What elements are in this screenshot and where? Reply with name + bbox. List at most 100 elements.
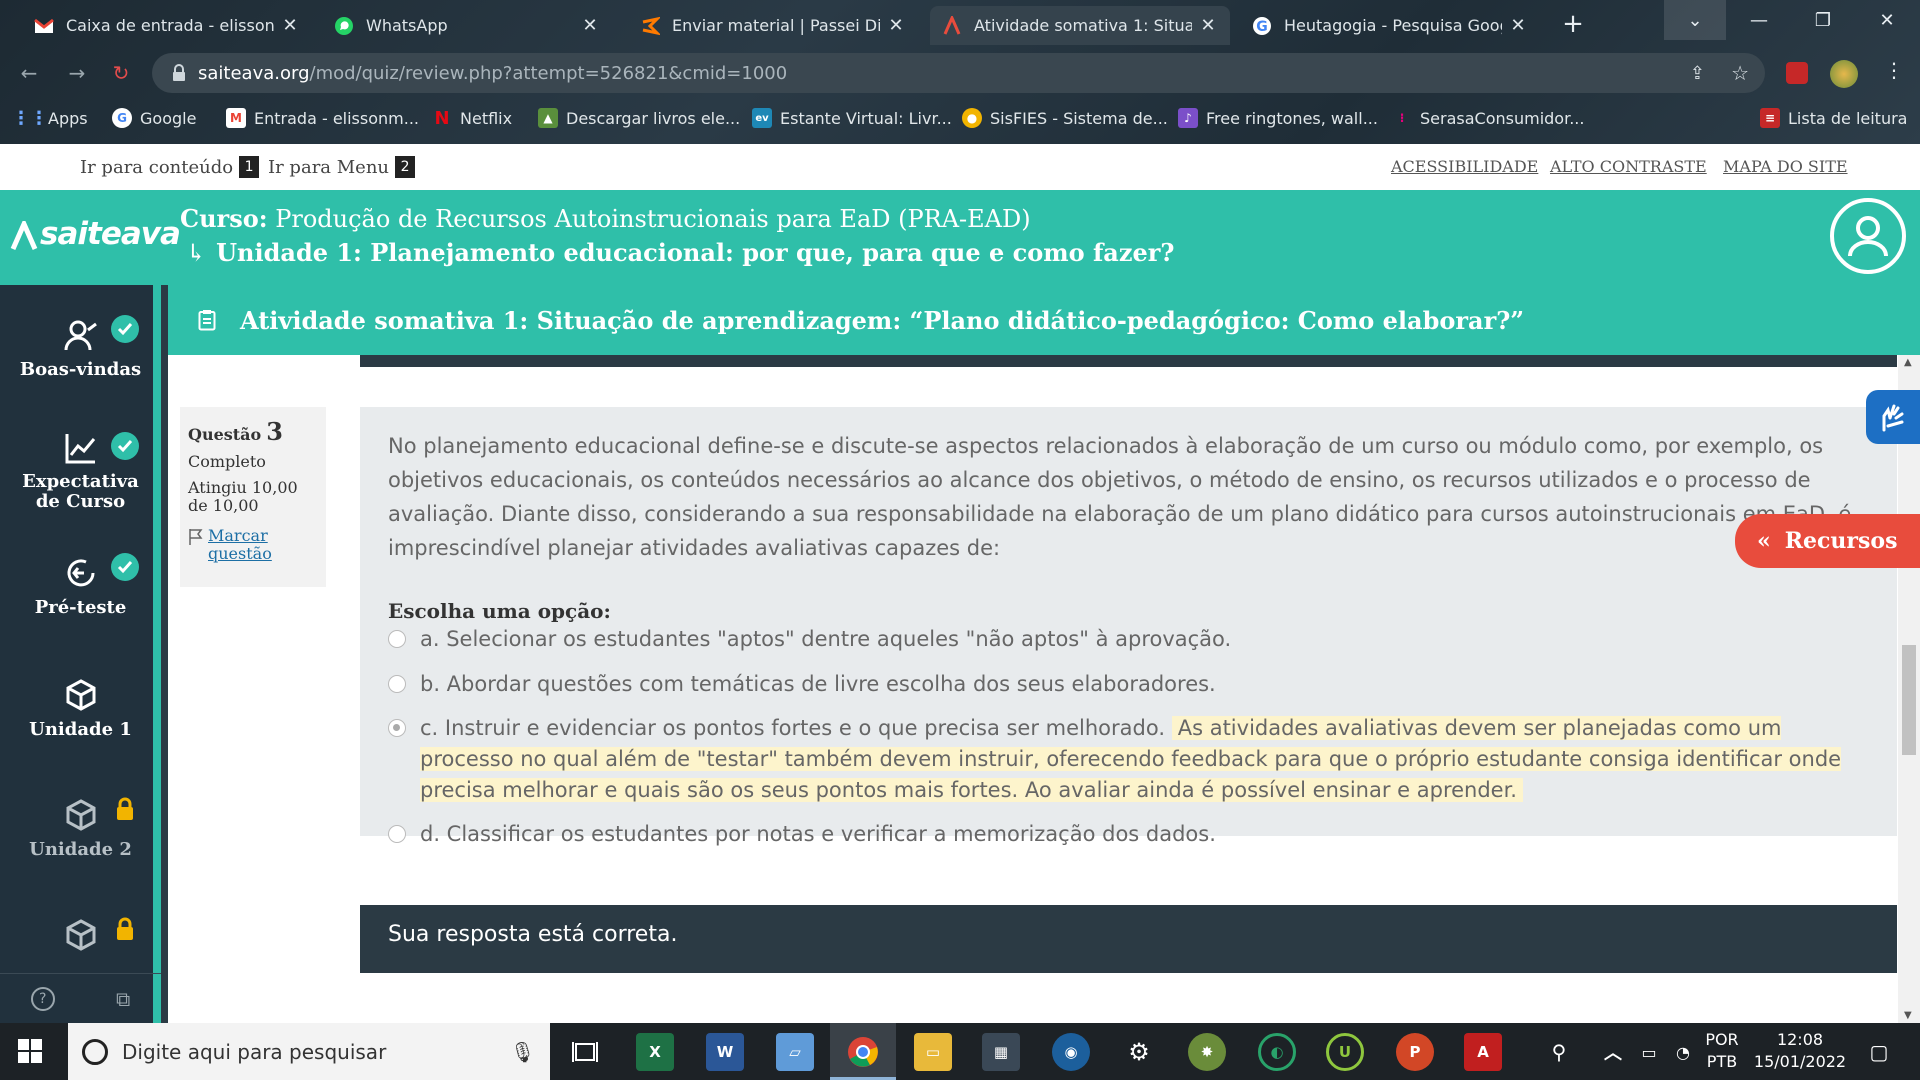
reload-button[interactable]: ↻ xyxy=(106,58,136,88)
extension-icon[interactable] xyxy=(1786,62,1808,84)
sidebar-scrollbar[interactable] xyxy=(153,285,161,1023)
sidebar-item-pre-teste[interactable]: Pré-teste xyxy=(0,553,161,618)
flag-question-link[interactable]: Marcar questão xyxy=(188,527,318,563)
sidebar-item-locked[interactable] xyxy=(0,915,161,959)
bookmark-sisfies[interactable]: ● SisFIES - Sistema de... xyxy=(962,103,1168,133)
site-logo[interactable]: saiteava xyxy=(10,216,181,252)
sidebar-item-unidade-1[interactable]: Unidade 1 xyxy=(0,675,161,740)
bookmark-google[interactable]: G Google xyxy=(112,103,196,133)
bookmark-ringtones[interactable]: ♪ Free ringtones, wall... xyxy=(1178,103,1378,133)
calculator-icon[interactable]: ▦ xyxy=(982,1033,1020,1071)
radio-button[interactable] xyxy=(388,630,406,648)
scrollbar-thumb[interactable] xyxy=(1902,645,1916,755)
u-app-icon[interactable]: U xyxy=(1326,1033,1364,1071)
page-scrollbar[interactable]: ▲ ▼ xyxy=(1898,355,1920,1023)
bookmark-estante[interactable]: ev Estante Virtual: Livr... xyxy=(752,103,952,133)
sisfies-icon: ● xyxy=(962,108,982,128)
start-button[interactable] xyxy=(16,1037,44,1065)
file-explorer-icon[interactable]: ▭ xyxy=(914,1033,952,1071)
excel-icon[interactable]: X xyxy=(636,1033,674,1071)
profile-avatar[interactable] xyxy=(1830,60,1858,88)
tab-strip: Caixa de entrada - elissonmo ✕ WhatsApp … xyxy=(0,0,1920,45)
bookmark-serasa[interactable]: ⁝ SerasaConsumidor... xyxy=(1392,103,1585,133)
address-bar[interactable]: saiteava.org /mod/quiz/review.php?attemp… xyxy=(152,53,1765,93)
scroll-down-arrow-icon[interactable]: ▼ xyxy=(1904,1010,1912,1021)
accessibility-link[interactable]: ACESSIBILIDADE xyxy=(1391,157,1538,176)
bookmark-descargar[interactable]: ▲ Descargar livros ele... xyxy=(538,103,740,133)
close-icon[interactable]: ✕ xyxy=(580,15,600,36)
powerpoint-icon[interactable]: P xyxy=(1396,1033,1434,1071)
sidebar-item-boas-vindas[interactable]: Boas-vindas xyxy=(0,315,161,380)
reading-list[interactable]: ≡ Lista de leitura xyxy=(1760,103,1907,133)
flag-icon xyxy=(188,528,204,546)
sidebar-item-expectativa[interactable]: Expectativa de Curso xyxy=(0,428,161,512)
bookmark-apps[interactable]: ⋮⋮ Apps xyxy=(12,103,88,133)
bookmark-gmail[interactable]: M Entrada - elissonm... xyxy=(226,103,419,133)
language-indicator[interactable]: POR PTB xyxy=(1702,1029,1742,1073)
chrome-icon[interactable] xyxy=(844,1033,882,1071)
forward-button[interactable]: → xyxy=(62,58,92,88)
share-icon[interactable]: ⇪ xyxy=(1690,63,1705,84)
high-contrast-link[interactable]: ALTO CONTRASTE xyxy=(1550,157,1707,176)
people-icon[interactable]: ⚲ xyxy=(1540,1033,1578,1071)
notes-icon[interactable]: ▱ xyxy=(776,1033,814,1071)
tab-google[interactable]: G Heutagogia - Pesquisa Goog ✕ xyxy=(1240,6,1540,45)
choose-option-label: Escolha uma opção: xyxy=(388,599,611,623)
close-icon[interactable]: ✕ xyxy=(280,15,300,36)
result-feedback: Sua resposta está correta. xyxy=(360,905,1897,973)
close-window-button[interactable]: ✕ xyxy=(1856,0,1918,40)
tab-search-button[interactable]: ⌄ xyxy=(1664,0,1726,40)
close-icon[interactable]: ✕ xyxy=(1508,15,1528,36)
back-button[interactable]: ← xyxy=(14,58,44,88)
radio-button[interactable] xyxy=(388,675,406,693)
whatsapp-icon xyxy=(334,16,354,36)
skip-to-content-link[interactable]: Ir para conteúdo 1 xyxy=(80,156,260,178)
answer-option-c[interactable]: c. Instruir e evidenciar os pontos forte… xyxy=(388,713,1868,806)
app-icon[interactable]: ◉ xyxy=(1052,1033,1090,1071)
game-icon[interactable]: ✸ xyxy=(1188,1033,1226,1071)
star-icon[interactable]: ☆ xyxy=(1731,61,1749,85)
new-tab-button[interactable]: + xyxy=(1558,10,1588,40)
scroll-up-arrow-icon[interactable]: ▲ xyxy=(1904,357,1912,368)
bookmark-netflix[interactable]: N Netflix xyxy=(432,103,512,133)
sitemap-link[interactable]: MAPA DO SITE xyxy=(1723,157,1848,176)
cortana-icon xyxy=(82,1038,108,1065)
word-icon[interactable]: W xyxy=(706,1033,744,1071)
radio-button-selected[interactable] xyxy=(388,719,406,737)
menu-dots-icon[interactable]: ⋮ xyxy=(1884,58,1904,82)
circle-app-icon[interactable]: ◐ xyxy=(1258,1033,1296,1071)
radio-button[interactable] xyxy=(388,825,406,843)
tab-atividade[interactable]: Atividade somativa 1: Situaç ✕ xyxy=(930,6,1230,45)
help-icon[interactable]: ? xyxy=(30,986,55,1011)
resources-button[interactable]: « Recursos xyxy=(1735,514,1920,568)
tab-passei-direto[interactable]: Enviar material | Passei Diret ✕ xyxy=(628,6,918,45)
settings-gear-icon[interactable]: ⚙ xyxy=(1120,1033,1158,1071)
notifications-icon[interactable]: ▢ xyxy=(1860,1033,1898,1071)
answer-option-b[interactable]: b. Abordar questões com temáticas de liv… xyxy=(388,669,1216,700)
answer-option-d[interactable]: d. Classificar os estudantes por notas e… xyxy=(388,819,1216,850)
close-icon[interactable]: ✕ xyxy=(1198,15,1218,36)
logo-mark-icon xyxy=(10,220,38,251)
acrobat-icon[interactable]: A xyxy=(1464,1033,1502,1071)
taskbar-search[interactable]: Digite aqui para pesquisar 🎙 xyxy=(68,1023,550,1080)
vlibras-button[interactable] xyxy=(1866,390,1920,444)
restore-button[interactable]: ❐ xyxy=(1792,0,1854,40)
battery-icon[interactable]: ▭ xyxy=(1630,1033,1668,1071)
task-view-icon[interactable] xyxy=(566,1033,604,1071)
serasa-icon: ⁝ xyxy=(1399,111,1405,125)
clock[interactable]: 12:08 15/01/2022 xyxy=(1752,1029,1848,1073)
bookmark-label: SerasaConsumidor... xyxy=(1420,108,1585,128)
microphone-icon[interactable]: 🎙 xyxy=(510,1040,535,1064)
tab-gmail[interactable]: Caixa de entrada - elissonmo ✕ xyxy=(22,6,312,45)
sidebar-item-unidade-2[interactable]: Unidade 2 xyxy=(0,795,161,860)
user-avatar[interactable] xyxy=(1830,198,1906,274)
answer-option-a[interactable]: a. Selecionar os estudantes "aptos" dent… xyxy=(388,624,1231,655)
wifi-icon[interactable]: ◔ xyxy=(1664,1033,1702,1071)
tab-whatsapp[interactable]: WhatsApp ✕ xyxy=(322,6,612,45)
close-icon[interactable]: ✕ xyxy=(886,15,906,36)
sitemap-icon[interactable]: ⧉ xyxy=(116,987,130,1011)
chevron-up-icon[interactable]: ︿ xyxy=(1594,1033,1632,1071)
refresh-target-icon xyxy=(61,553,101,593)
skip-to-menu-link[interactable]: Ir para Menu 2 xyxy=(268,156,416,178)
minimize-button[interactable]: — xyxy=(1728,0,1790,40)
